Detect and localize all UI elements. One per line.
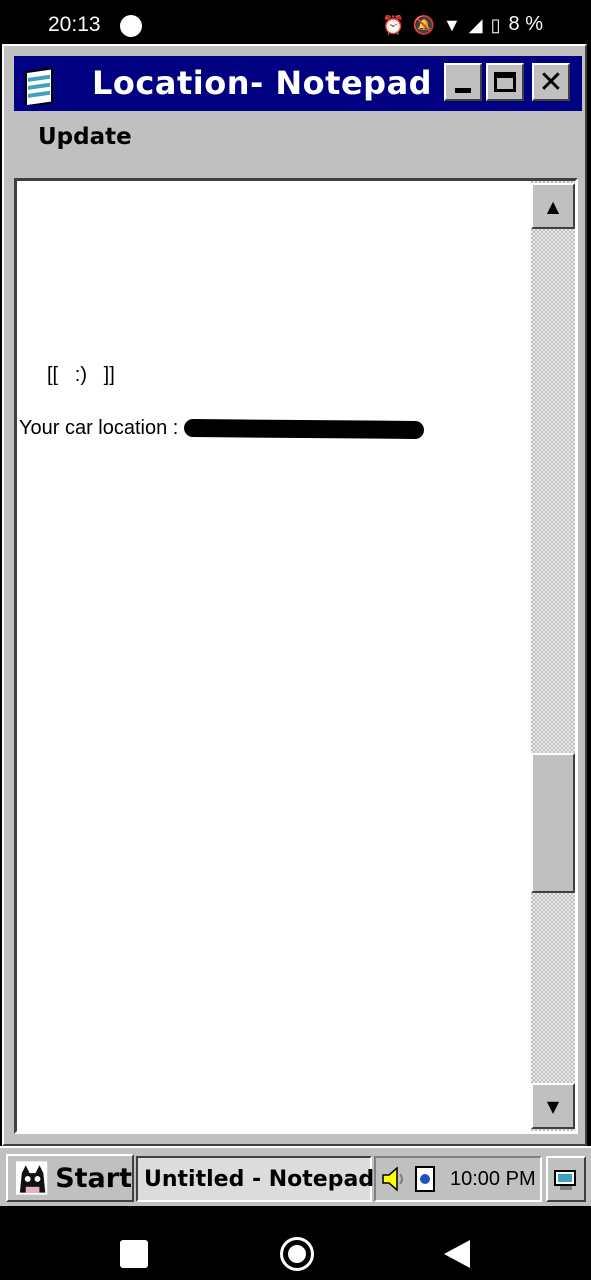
notification-dot-icon [120, 15, 142, 37]
redacted-location [184, 418, 425, 439]
location-row: Your car location : [19, 417, 425, 440]
start-button[interactable]: Start [6, 1154, 134, 1202]
status-time: 20:13 [48, 13, 101, 36]
tray-extra-button[interactable] [546, 1156, 586, 1202]
start-label: Start [55, 1162, 132, 1194]
taskbar-notepad-label: Untitled - Notepad [144, 1166, 375, 1192]
alarm-icon: ⏰ [382, 14, 405, 35]
close-button[interactable]: ✕ [532, 63, 570, 101]
location-label: Your car location : [19, 417, 179, 439]
maximize-button[interactable] [486, 63, 524, 101]
notepad-window: Location- Notepad ✕ Update [[ :) ]] Your… [2, 44, 587, 1146]
dnd-off-icon: 🔕 [412, 14, 435, 35]
minimize-icon [455, 87, 471, 93]
taskbar-notepad-button[interactable]: Untitled - Notepad [136, 1156, 375, 1202]
text-area[interactable]: [[ :) ]] Your car location : ▲ ▼ [14, 178, 578, 1134]
desktop-icon [554, 1170, 576, 1190]
recents-icon[interactable] [120, 1240, 148, 1268]
tray-app-icon[interactable] [414, 1165, 436, 1193]
arrow-down-icon: ▼ [546, 1096, 560, 1116]
speaker-icon[interactable] [380, 1164, 408, 1194]
maximize-icon [494, 72, 516, 92]
taskbar: Start Untitled - Notepad 10:00 PM [0, 1146, 591, 1206]
menu-bar: Update [4, 112, 585, 156]
signal-icon: ◢ [468, 14, 483, 35]
arrow-up-icon: ▲ [546, 196, 560, 216]
window-title: Location- Notepad [92, 64, 433, 102]
face-text: [[ :) ]] [47, 364, 115, 386]
notepad-app-icon [25, 67, 53, 105]
battery-level: 8 % [508, 13, 543, 35]
title-bar[interactable]: Location- Notepad ✕ [14, 56, 582, 111]
tray-clock: 10:00 PM [450, 1167, 536, 1190]
back-icon[interactable] [444, 1240, 470, 1268]
system-tray: 10:00 PM [374, 1156, 542, 1202]
status-icons: ⏰ 🔕 ▼ ◢ ▯ 8 % [382, 13, 543, 36]
close-icon: ✕ [538, 64, 564, 100]
menu-update[interactable]: Update [38, 124, 132, 150]
home-icon[interactable] [280, 1237, 314, 1271]
wifi-icon: ▼ [442, 14, 461, 35]
android-nav-bar [0, 1206, 591, 1280]
start-cat-icon [15, 1161, 48, 1195]
scroll-up-button[interactable]: ▲ [531, 183, 575, 229]
battery-icon: ▯ [490, 14, 501, 35]
minimize-button[interactable] [444, 63, 482, 101]
vertical-scrollbar[interactable]: ▲ ▼ [531, 181, 575, 1131]
scroll-down-button[interactable]: ▼ [531, 1083, 575, 1129]
scroll-thumb[interactable] [531, 753, 575, 893]
